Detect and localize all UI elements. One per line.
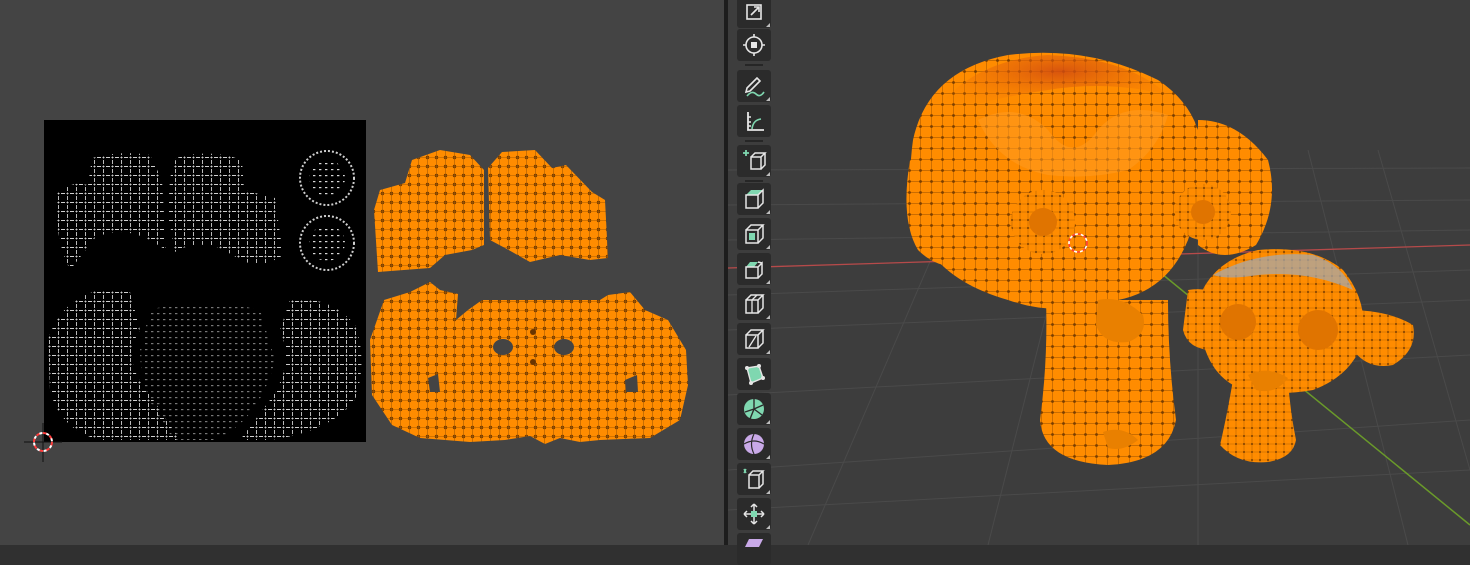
- monkey-large[interactable]: [906, 52, 1272, 465]
- uv-islands-selected[interactable]: [370, 150, 688, 444]
- 3d-viewport[interactable]: [728, 0, 1470, 545]
- measure-tool[interactable]: [737, 105, 771, 137]
- smooth-tool[interactable]: [737, 428, 771, 460]
- shrink-fatten-tool[interactable]: [737, 498, 771, 530]
- uv-editor[interactable]: [0, 0, 724, 545]
- shear-tool[interactable]: [737, 533, 771, 565]
- extrude-region-tool[interactable]: [737, 183, 771, 215]
- inset-faces-tool[interactable]: [737, 218, 771, 250]
- viewport-canvas[interactable]: [728, 0, 1470, 545]
- add-cube-tool[interactable]: [737, 145, 771, 177]
- spin-tool[interactable]: [737, 393, 771, 425]
- bevel-tool[interactable]: [737, 253, 771, 285]
- poly-build-tool[interactable]: [737, 358, 771, 390]
- measure-icon: [747, 112, 764, 131]
- tool-shelf: [733, 0, 777, 565]
- transform-icon: [743, 34, 765, 56]
- knife-tool[interactable]: [737, 323, 771, 355]
- loop-cut-tool[interactable]: [737, 288, 771, 320]
- scale-tool[interactable]: [737, 0, 771, 28]
- edge-slide-tool[interactable]: [737, 463, 771, 495]
- uv-canvas[interactable]: [0, 0, 724, 545]
- annotate-tool[interactable]: [737, 70, 771, 102]
- poly-build-icon: [745, 364, 765, 385]
- transform-tool[interactable]: [737, 29, 771, 61]
- shear-icon: [745, 539, 763, 547]
